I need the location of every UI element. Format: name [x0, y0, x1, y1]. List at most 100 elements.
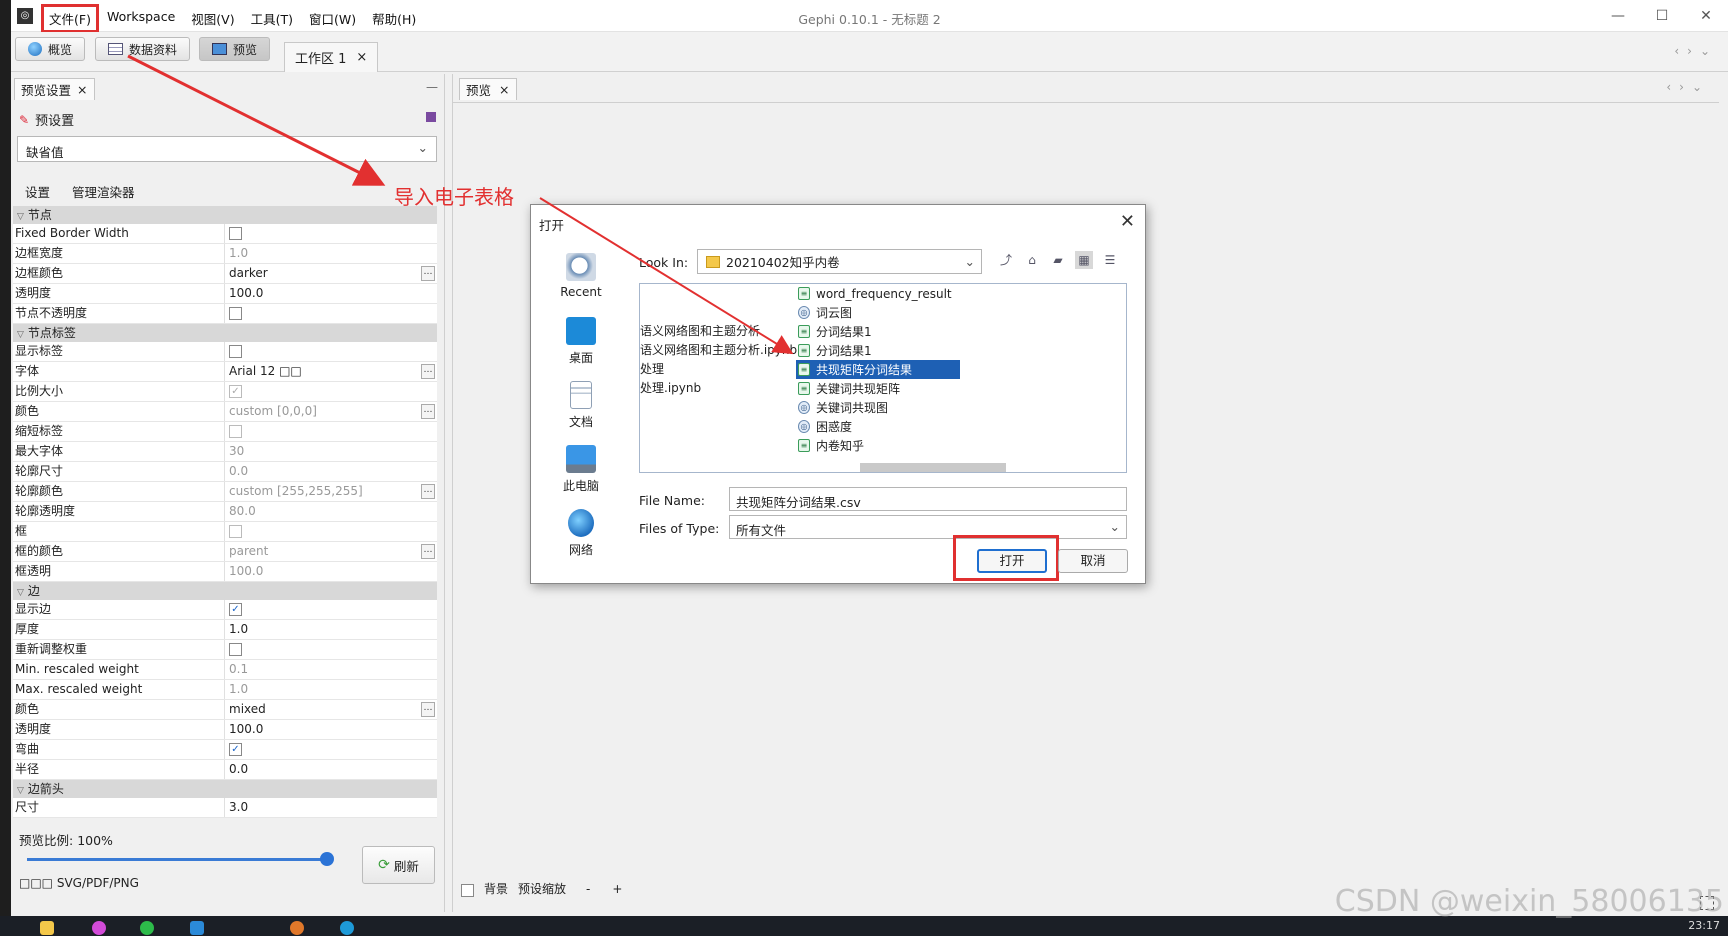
file-list[interactable]: 语义网络图和主题分析 语义网络图和主题分析.ipynb 处理 处理.ipynb ≡ wo… [639, 283, 1127, 473]
property-value[interactable] [225, 342, 437, 361]
property-category[interactable]: ▽ 节点标签 [13, 324, 437, 342]
list-item[interactable]: 处理 [640, 360, 797, 379]
property-checkbox[interactable]: ✓ [229, 743, 242, 756]
tab-nav-arrows[interactable]: ‹›⌄ [1666, 80, 1710, 94]
place-desktop[interactable]: 桌面 [551, 317, 611, 381]
property-checkbox[interactable]: ✓ [229, 603, 242, 616]
file-explorer-icon[interactable] [40, 921, 54, 935]
property-value[interactable]: darker… [225, 264, 437, 283]
property-value[interactable]: 100.0 [225, 720, 437, 739]
property-category[interactable]: ▽ 边 [13, 582, 437, 600]
wechat-icon[interactable] [140, 921, 154, 935]
property-value[interactable]: 80.0 [225, 502, 437, 521]
list-item[interactable]: ≡ 分词结果1 [796, 341, 960, 360]
zoom-out-button[interactable]: - [586, 882, 590, 896]
property-checkbox[interactable] [229, 227, 242, 240]
background-checkbox[interactable] [461, 883, 474, 897]
ellipsis-button[interactable]: … [421, 484, 435, 499]
property-value[interactable]: 1.0 [225, 620, 437, 639]
property-value[interactable]: ✓ [225, 382, 437, 401]
tab-settings[interactable]: 设置 [25, 182, 50, 201]
property-value[interactable]: 1.0 [225, 244, 437, 263]
new-folder-icon[interactable]: ▰ [1049, 251, 1067, 269]
property-checkbox[interactable] [229, 345, 242, 358]
export-button[interactable]: □□□ SVG/PDF/PNG [19, 876, 139, 890]
tab-manage-renderers[interactable]: 管理渲染器 [72, 182, 135, 201]
property-category[interactable]: ▽ 边箭头 [13, 780, 437, 798]
minimize-button[interactable]: — [1596, 0, 1640, 32]
list-item[interactable]: ≡ 关键词共现矩阵 [796, 379, 960, 398]
list-item[interactable]: ≡ 分词结果1 [796, 322, 960, 341]
collapse-icon[interactable]: ▽ [17, 330, 24, 340]
up-folder-icon[interactable]: ⤴ [997, 251, 1015, 269]
app-icon[interactable] [190, 921, 204, 935]
property-checkbox[interactable] [229, 425, 242, 438]
property-value[interactable]: 30 [225, 442, 437, 461]
property-checkbox[interactable]: ✓ [229, 385, 242, 398]
property-value[interactable]: 3.0 [225, 798, 437, 817]
place-network[interactable]: 网络 [551, 509, 611, 573]
collapse-icon[interactable]: ▽ [17, 212, 24, 222]
preview-mode-button[interactable]: 预览 [199, 37, 271, 61]
ellipsis-button[interactable]: … [421, 544, 435, 559]
property-value[interactable]: parent… [225, 542, 437, 561]
property-value[interactable]: 0.0 [225, 462, 437, 481]
ellipsis-button[interactable]: … [421, 364, 435, 379]
close-icon[interactable]: × [499, 82, 509, 97]
collapse-icon[interactable]: ▽ [17, 588, 24, 598]
property-value[interactable] [225, 522, 437, 541]
collapse-icon[interactable]: ▽ [17, 786, 24, 796]
file-name-input[interactable]: 共现矩阵分词结果.csv [729, 487, 1127, 511]
property-value[interactable] [225, 304, 437, 323]
property-value[interactable]: ✓ [225, 740, 437, 759]
preview-tab[interactable]: 预览 × [459, 78, 517, 100]
app-icon[interactable] [290, 921, 304, 935]
list-item[interactable]: ≡ 共现矩阵分词结果 [796, 360, 960, 379]
property-value[interactable]: 0.0 [225, 760, 437, 779]
look-in-dropdown[interactable]: 20210402知乎内卷 ⌄ [697, 249, 982, 274]
open-button[interactable]: 打开 [977, 549, 1047, 573]
overview-button[interactable]: 概览 [15, 37, 86, 61]
tab-nav-arrows[interactable]: ‹›⌄ [1674, 44, 1718, 58]
list-item[interactable]: ◎ 关键词共现图 [796, 398, 960, 417]
preview-settings-tab[interactable]: 预览设置 × [14, 78, 95, 100]
list-item[interactable]: ≡ word_frequency_result [796, 284, 960, 303]
data-laboratory-button[interactable]: 数据资料 [95, 37, 191, 61]
place-this-pc[interactable]: 此电脑 [551, 445, 611, 509]
property-value[interactable]: Arial 12 □□… [225, 362, 437, 381]
property-checkbox[interactable] [229, 643, 242, 656]
ellipsis-button[interactable]: … [421, 702, 435, 717]
property-value[interactable] [225, 224, 437, 243]
property-value[interactable]: 0.1 [225, 660, 437, 679]
horizontal-scrollbar[interactable] [860, 463, 1006, 472]
list-item[interactable]: 处理.ipynb [640, 379, 797, 398]
property-value[interactable]: mixed… [225, 700, 437, 719]
maximize-button[interactable]: ☐ [1640, 0, 1684, 32]
home-icon[interactable]: ⌂ [1023, 251, 1041, 269]
preset-dropdown[interactable]: 缺省值 ⌄ [17, 136, 437, 162]
property-value[interactable]: ✓ [225, 600, 437, 619]
place-recent[interactable]: Recent [551, 253, 611, 317]
close-icon[interactable]: × [77, 82, 87, 97]
scale-slider-track[interactable] [27, 858, 327, 861]
reset-zoom-button[interactable]: 预设缩放 [518, 880, 566, 897]
cancel-button[interactable]: 取消 [1058, 549, 1128, 573]
edge-icon[interactable] [340, 921, 354, 935]
ellipsis-button[interactable]: … [421, 404, 435, 419]
property-value[interactable]: custom [0,0,0]… [225, 402, 437, 421]
scale-slider-thumb[interactable] [320, 852, 334, 866]
property-value[interactable]: 1.0 [225, 680, 437, 699]
details-view-icon[interactable]: ☰ [1101, 251, 1119, 269]
close-icon[interactable]: × [356, 50, 367, 65]
property-value[interactable]: custom [255,255,255]… [225, 482, 437, 501]
minimize-panel-icon[interactable]: — [426, 80, 438, 94]
list-item[interactable]: ◎ 困惑度 [796, 417, 960, 436]
list-item[interactable]: ≡ 内卷知乎 [796, 436, 960, 455]
list-item[interactable]: 语义网络图和主题分析.ipynb [640, 341, 797, 360]
property-category[interactable]: ▽ 节点 [13, 206, 437, 224]
property-value[interactable]: 100.0 [225, 284, 437, 303]
property-checkbox[interactable] [229, 525, 242, 538]
zoom-in-button[interactable]: + [612, 882, 622, 896]
save-icon[interactable] [426, 112, 436, 122]
property-value[interactable] [225, 640, 437, 659]
